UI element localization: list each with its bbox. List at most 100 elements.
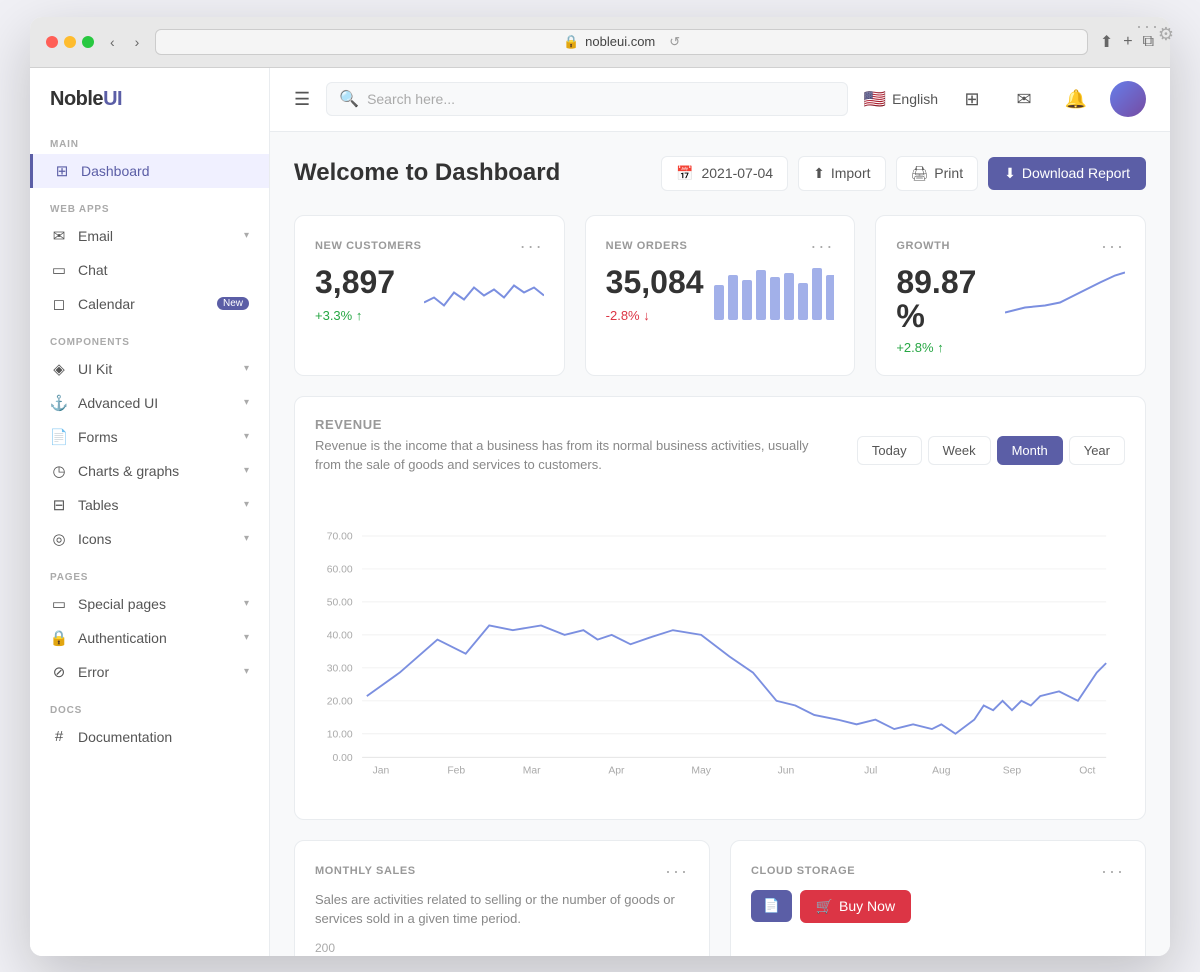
new-badge: New	[217, 297, 249, 310]
email-icon: ✉	[50, 227, 68, 245]
document-icon-button[interactable]: 📄	[751, 890, 792, 922]
growth-value: 89.87	[896, 265, 976, 300]
monthly-sales-header: MONTHLY SALES ···	[315, 861, 689, 882]
revenue-period-controls: Today Week Month Year	[857, 436, 1125, 465]
sidebar-item-email[interactable]: ✉ Email ▾	[30, 219, 269, 253]
new-orders-more-button[interactable]: ···	[810, 236, 834, 257]
logo-text: NobleUI	[50, 88, 122, 110]
new-orders-card: NEW ORDERS ··· 35,084 -2.8% ↓	[585, 215, 856, 376]
monthly-sales-title: MONTHLY SALES	[315, 865, 416, 877]
cloud-storage-more-button[interactable]: ···	[1101, 861, 1125, 882]
calendar-icon: 📅	[676, 165, 693, 182]
header-right: 🇺🇸 English ⊞ ✉ 🔔	[864, 81, 1146, 117]
advanced-ui-icon: ⚓	[50, 394, 68, 412]
revenue-card: ⚙ REVENUE ··· Revenue is the income that…	[294, 396, 1146, 820]
share-button[interactable]: ⬆	[1100, 32, 1113, 52]
sidebar-item-authentication[interactable]: 🔒 Authentication ▾	[30, 621, 269, 655]
svg-text:0.00: 0.00	[333, 753, 353, 764]
sidebar-item-icons[interactable]: ◎ Icons ▾	[30, 522, 269, 556]
reload-icon: ↺	[669, 34, 680, 50]
sidebar-item-dashboard[interactable]: ⊞ Dashboard	[30, 154, 269, 188]
chevron-down-icon: ▾	[244, 230, 249, 241]
growth-unit: %	[896, 300, 976, 332]
sidebar-item-chat[interactable]: ▭ Chat	[30, 253, 269, 287]
search-icon: 🔍	[339, 89, 359, 109]
chevron-down-icon: ▾	[244, 431, 249, 442]
svg-text:Mar: Mar	[523, 765, 541, 776]
sidebar-item-charts[interactable]: ◷ Charts & graphs ▾	[30, 454, 269, 488]
language-label: English	[892, 91, 938, 107]
monthly-sales-card: MONTHLY SALES ··· Sales are activities r…	[294, 840, 710, 956]
cloud-storage-header: CLOUD STORAGE ···	[751, 861, 1125, 882]
maximize-dot[interactable]	[82, 36, 94, 48]
sidebar-section-main: MAIN ⊞ Dashboard	[30, 131, 269, 188]
forward-button[interactable]: ›	[131, 32, 144, 52]
growth-change: +2.8% ↑	[896, 340, 976, 355]
buy-now-button[interactable]: 🛒 Buy Now	[800, 890, 911, 923]
address-bar[interactable]: 🔒 nobleui.com ↺	[155, 29, 1087, 55]
new-tab-button[interactable]: +	[1123, 32, 1132, 52]
svg-text:Oct: Oct	[1079, 765, 1095, 776]
tables-icon: ⊟	[50, 496, 68, 514]
cart-icon: 🛒	[816, 898, 833, 915]
growth-label: GROWTH	[896, 240, 950, 252]
sidebar-item-label: Forms	[78, 429, 118, 445]
grid-icon-button[interactable]: ⊞	[954, 81, 990, 117]
search-bar[interactable]: 🔍	[326, 82, 848, 116]
revenue-header: REVENUE	[315, 417, 1125, 432]
close-dot[interactable]	[46, 36, 58, 48]
sidebar-item-label: Calendar	[78, 296, 135, 312]
monthly-sales-description: Sales are activities related to selling …	[315, 890, 689, 929]
revenue-description: Revenue is the income that a business ha…	[315, 436, 815, 475]
sidebar-item-documentation[interactable]: # Documentation	[30, 720, 269, 754]
date-picker-button[interactable]: 📅 2021-07-04	[661, 156, 788, 191]
sidebar-section-components: COMPONENTS ◈ UI Kit ▾ ⚓ Advanced UI ▾ 📄 …	[30, 329, 269, 556]
section-title-pages: PAGES	[30, 564, 269, 587]
period-year-button[interactable]: Year	[1069, 436, 1125, 465]
icons-icon: ◎	[50, 530, 68, 548]
new-customers-more-button[interactable]: ···	[520, 236, 544, 257]
import-button[interactable]: ⬆ Import	[798, 156, 885, 191]
sidebar: NobleUI MAIN ⊞ Dashboard WEB APPS ✉ Emai…	[30, 68, 270, 956]
menu-toggle-button[interactable]: ☰	[294, 89, 310, 110]
cloud-storage-title: CLOUD STORAGE	[751, 865, 855, 877]
sidebar-item-calendar[interactable]: ◻ Calendar New	[30, 287, 269, 321]
new-customers-change: +3.3% ↑	[315, 308, 395, 323]
minimize-dot[interactable]	[64, 36, 76, 48]
page-title: Welcome to Dashboard	[294, 159, 560, 187]
period-week-button[interactable]: Week	[928, 436, 991, 465]
avatar[interactable]	[1110, 81, 1146, 117]
chevron-down-icon: ▾	[244, 598, 249, 609]
language-selector[interactable]: 🇺🇸 English	[864, 89, 938, 110]
period-today-button[interactable]: Today	[857, 436, 922, 465]
sidebar-item-label: Email	[78, 228, 113, 244]
section-title-components: COMPONENTS	[30, 329, 269, 352]
growth-more-button[interactable]: ···	[1101, 236, 1125, 257]
app: NobleUI MAIN ⊞ Dashboard WEB APPS ✉ Emai…	[30, 68, 1170, 956]
documentation-icon: #	[50, 728, 68, 746]
sidebar-item-advanced-ui[interactable]: ⚓ Advanced UI ▾	[30, 386, 269, 420]
sidebar-item-special-pages[interactable]: ▭ Special pages ▾	[30, 587, 269, 621]
period-month-button[interactable]: Month	[997, 436, 1063, 465]
svg-text:10.00: 10.00	[327, 729, 353, 740]
back-button[interactable]: ‹	[106, 32, 119, 52]
sidebar-item-ui-kit[interactable]: ◈ UI Kit ▾	[30, 352, 269, 386]
sidebar-item-error[interactable]: ⊘ Error ▾	[30, 655, 269, 689]
mail-icon-button[interactable]: ✉	[1006, 81, 1042, 117]
search-input[interactable]	[367, 91, 567, 107]
monthly-sales-more-button[interactable]: ···	[665, 861, 689, 882]
print-label: Print	[934, 165, 963, 181]
section-title-webapps: WEB APPS	[30, 196, 269, 219]
sidebar-item-tables[interactable]: ⊟ Tables ▾	[30, 488, 269, 522]
revenue-title: REVENUE	[315, 417, 382, 432]
download-report-button[interactable]: ⬇ Download Report	[988, 157, 1146, 190]
chevron-down-icon: ▾	[244, 363, 249, 374]
charts-icon: ◷	[50, 462, 68, 480]
notification-bell-button[interactable]: 🔔	[1058, 81, 1094, 117]
sidebar-item-forms[interactable]: 📄 Forms ▾	[30, 420, 269, 454]
print-button[interactable]: 🖨 Print	[896, 156, 979, 191]
bottom-grid: MONTHLY SALES ··· Sales are activities r…	[294, 840, 1146, 956]
chevron-down-icon: ▾	[244, 465, 249, 476]
svg-text:Sep: Sep	[1003, 765, 1022, 776]
section-title-docs: DOCS	[30, 697, 269, 720]
